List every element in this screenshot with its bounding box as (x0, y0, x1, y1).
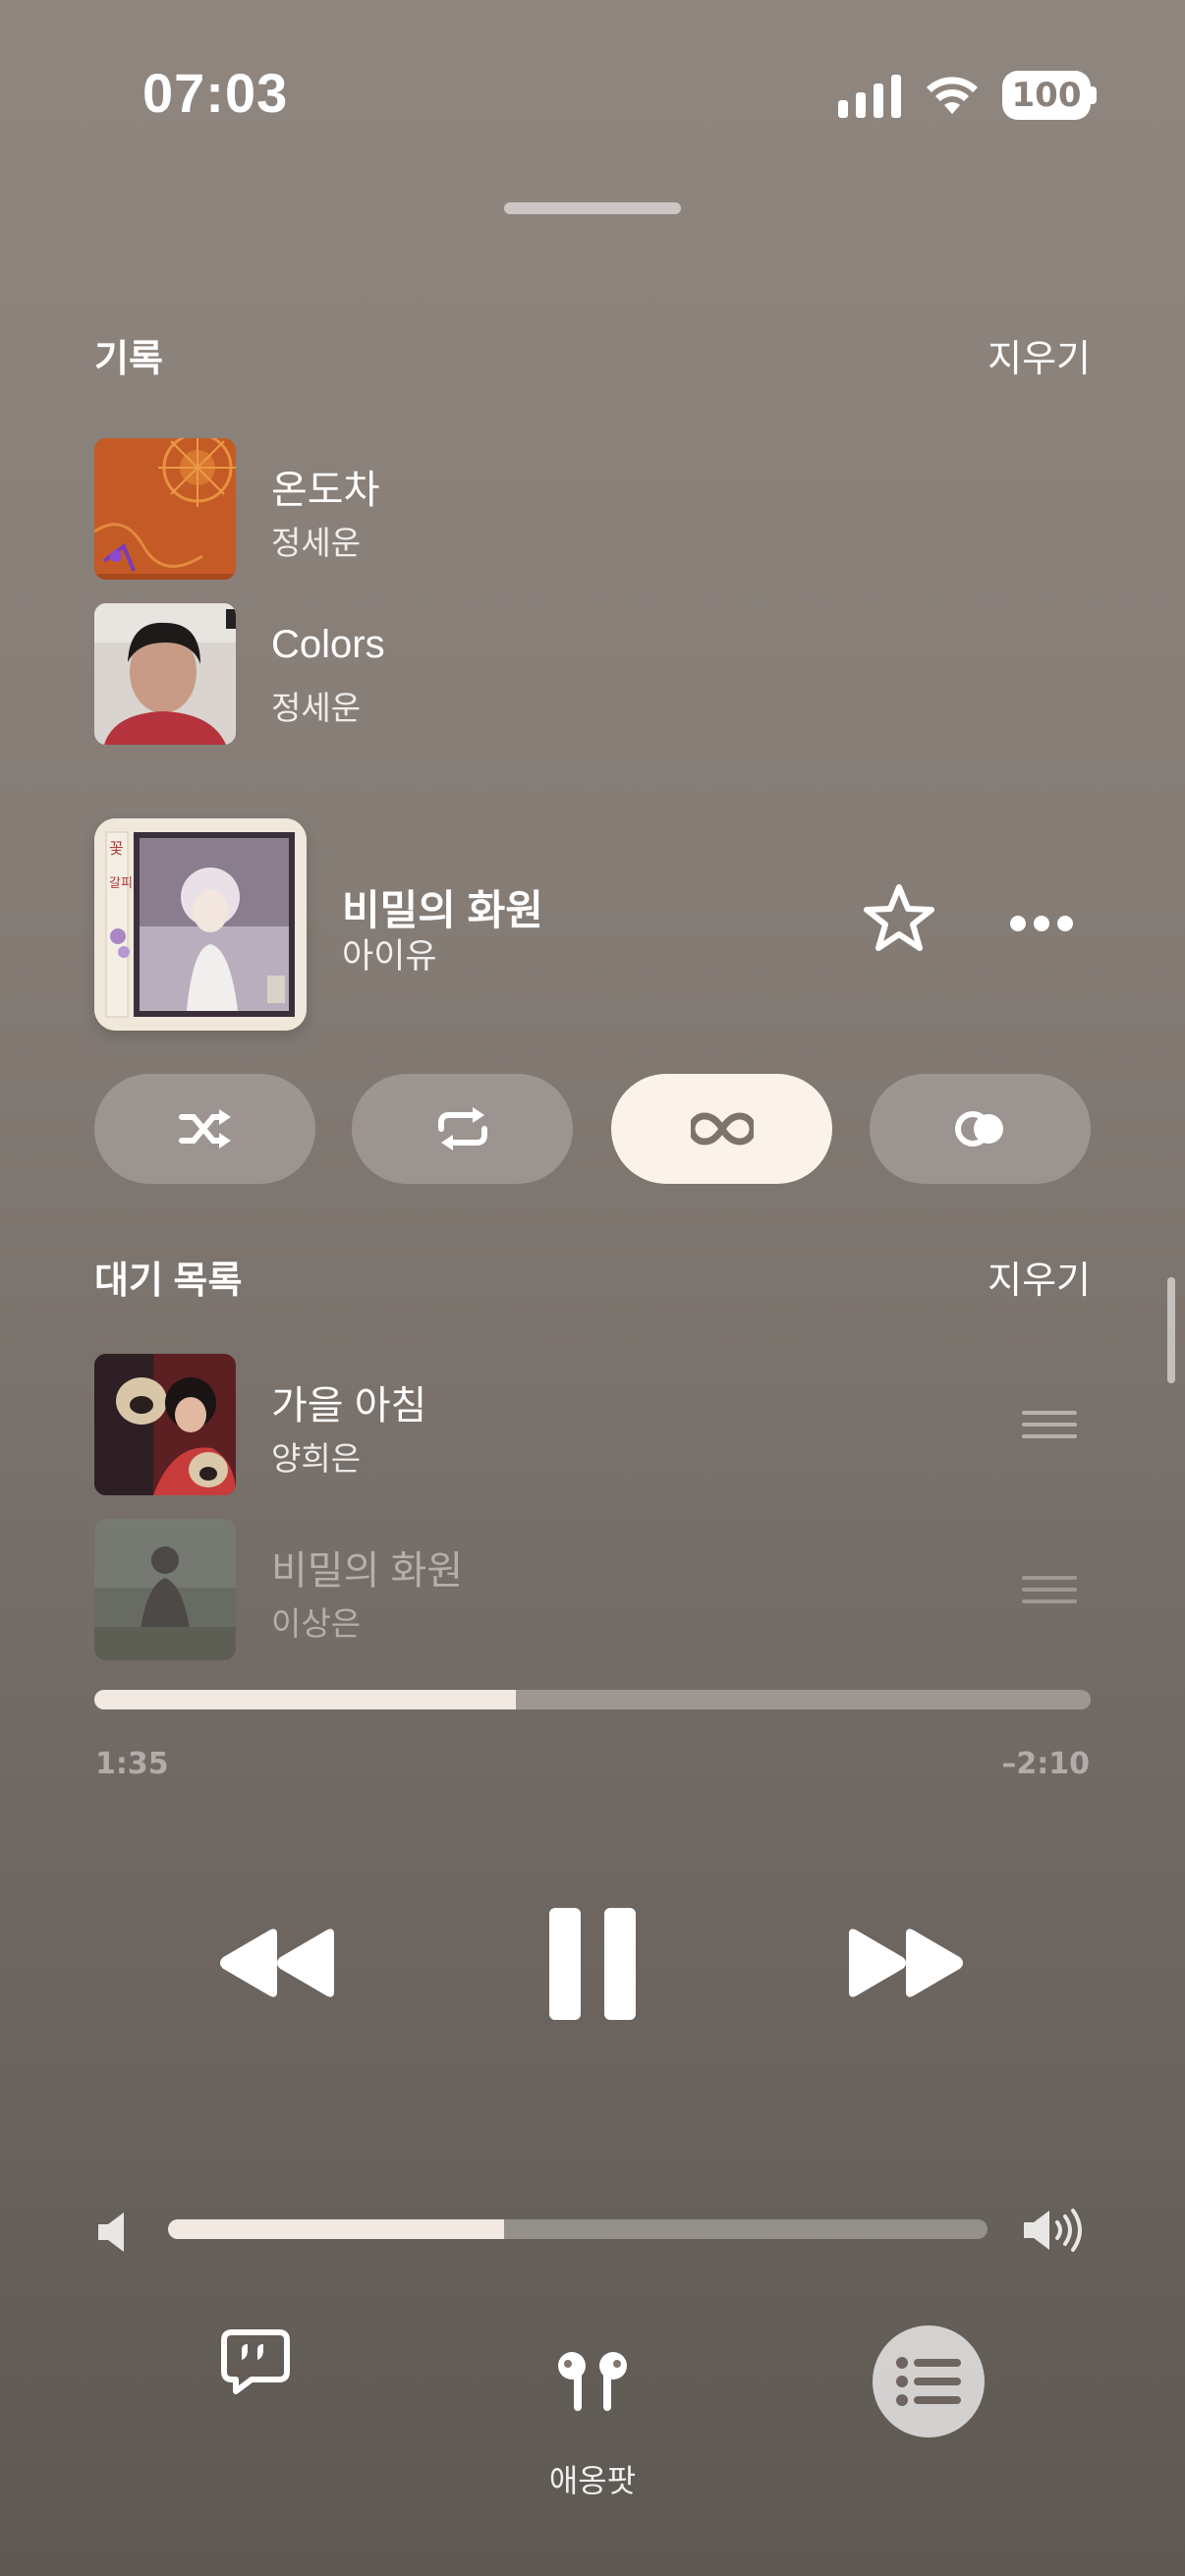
sheet-grabber[interactable] (504, 202, 681, 214)
track-title: Colors (271, 623, 385, 666)
handle-line (1022, 1576, 1077, 1580)
remaining-time: –2:10 (1001, 1747, 1090, 1781)
shuffle-button[interactable] (94, 1074, 315, 1184)
album-art (94, 603, 236, 745)
track-artist: 이상은 (271, 1605, 362, 1642)
repeat-icon (437, 1107, 487, 1150)
reorder-handle[interactable] (1022, 1576, 1077, 1605)
playback-progress-bar[interactable] (94, 1690, 1091, 1709)
more-button[interactable] (1010, 904, 1073, 943)
handle-line (1022, 1434, 1077, 1438)
reorder-handle[interactable] (1022, 1411, 1077, 1440)
wifi-icon (927, 77, 978, 114)
scroll-indicator[interactable] (1167, 1277, 1175, 1383)
queue-item[interactable]: 비밀의 화원 이상은 (94, 1519, 1091, 1662)
queue-item[interactable]: 가을 아침 양희은 (94, 1354, 1091, 1497)
more-dot (1034, 916, 1049, 931)
battery-level: 100 (1011, 76, 1082, 115)
elapsed-time: 1:35 (95, 1747, 169, 1781)
album-art (94, 438, 236, 580)
track-title: 온도차 (271, 469, 380, 512)
battery-indicator: 100 (1002, 71, 1091, 120)
volume-fill (168, 2219, 504, 2239)
track-artist: 정세운 (271, 690, 362, 726)
signal-icon (838, 75, 901, 118)
progress-fill (94, 1690, 516, 1709)
status-time: 07:03 (142, 62, 289, 124)
more-dot (1010, 916, 1026, 931)
now-playing-artist[interactable]: 아이유 (342, 928, 437, 979)
autoplay-icon (954, 1111, 1003, 1147)
lyrics-icon[interactable] (220, 2328, 291, 2395)
album-art (94, 1354, 236, 1495)
handle-line (1022, 1411, 1077, 1415)
svg-text:갈피: 갈피 (109, 876, 133, 891)
album-art (94, 1519, 236, 1660)
history-item[interactable]: Colors 정세운 (94, 603, 1091, 747)
battery-cap (1091, 86, 1097, 104)
airplay-device-label: 애옹팟 (548, 2463, 637, 2498)
infinity-icon (690, 1112, 754, 1146)
handle-line (1022, 1423, 1077, 1427)
rewind-icon[interactable] (218, 1928, 336, 1998)
crossfade-button[interactable] (870, 1074, 1091, 1184)
history-item[interactable]: 온도차 정세운 (94, 438, 1091, 582)
handle-line (1022, 1599, 1077, 1603)
queue-title: 대기 목록 (94, 1260, 243, 1302)
volume-slider[interactable] (168, 2219, 988, 2239)
history-title: 기록 (94, 339, 163, 380)
queue-list-icon (896, 2357, 961, 2406)
queue-clear-button[interactable]: 지우기 (988, 1250, 1091, 1304)
speaker-high-icon (1024, 2209, 1082, 2252)
speaker-low-icon (98, 2212, 124, 2252)
handle-line (1022, 1588, 1077, 1592)
autoplay-infinity-button[interactable] (611, 1074, 832, 1184)
track-title: 비밀의 화원 (271, 1549, 464, 1593)
pause-button[interactable] (547, 1906, 638, 2022)
forward-icon[interactable] (847, 1928, 965, 1998)
track-title: 가을 아침 (271, 1384, 427, 1428)
repeat-button[interactable] (352, 1074, 573, 1184)
shuffle-icon (178, 1109, 231, 1148)
history-clear-button[interactable]: 지우기 (988, 328, 1091, 382)
svg-text:꽃: 꽃 (109, 839, 124, 858)
more-dot (1057, 916, 1073, 931)
now-playing-artwork[interactable]: 꽃 갈피 (94, 818, 307, 1031)
track-artist: 정세운 (271, 525, 362, 561)
airpods-icon[interactable] (552, 2350, 633, 2413)
queue-list-button[interactable] (873, 2325, 985, 2437)
star-icon[interactable] (863, 882, 935, 955)
track-artist: 양희은 (271, 1440, 362, 1477)
pause-icon (549, 1908, 636, 2020)
